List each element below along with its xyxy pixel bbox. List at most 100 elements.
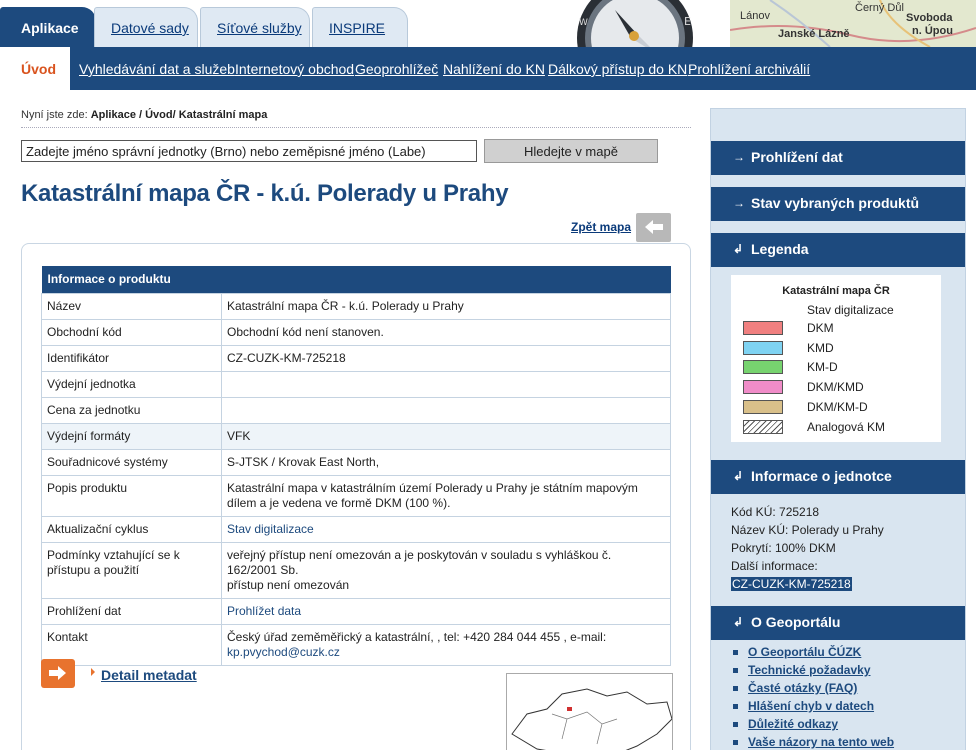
sidebar-about-header[interactable]: ↲ O Geoportálu	[711, 606, 965, 640]
legend-item: Analogová KM	[743, 420, 933, 436]
sidebar-unit-header[interactable]: ↲ Informace o jednotce	[711, 460, 965, 494]
arrow-down-left-icon: ↲	[733, 242, 744, 256]
overview-minimap[interactable]	[506, 673, 673, 750]
row-value-line: veřejný přístup není omezován a je posky…	[227, 547, 612, 577]
breadcrumb-prefix: Nyní jste zde:	[21, 109, 88, 121]
table-row: Aktualizační cyklus Stav digitalizace	[41, 515, 671, 543]
subnav-geoprohlizec[interactable]: Geoprohlížeč	[355, 61, 438, 77]
arrow-left-icon	[645, 220, 663, 234]
detail-button[interactable]	[41, 659, 75, 688]
breadcrumb-path[interactable]: Aplikace / Úvod/ Katastrální mapa	[91, 109, 268, 121]
tab-datove-sady[interactable]: Datové sady	[94, 7, 198, 47]
about-link[interactable]: Časté otázky (FAQ)	[733, 681, 953, 699]
row-value-line: přístup není omezován	[227, 577, 350, 592]
legend-item: DKM/KM-D	[743, 400, 933, 416]
bullet-icon	[733, 704, 738, 709]
table-row: Název Katastrální mapa ČR - k.ú. Polerady…	[41, 292, 671, 320]
sidebar-label: Informace o jednotce	[751, 468, 892, 484]
prohlizet-data-link[interactable]: Prohlížet data	[227, 604, 301, 618]
bullet-icon	[733, 668, 738, 673]
row-key: Souřadnicové systémy	[41, 448, 222, 476]
sidebar-label: O Geoportálu	[751, 614, 841, 630]
unit-coverage: Pokrytí: 100% DKM	[731, 541, 836, 555]
top-bar: Aplikace Datové sady Síťové služby INSPI…	[0, 0, 976, 48]
row-key: Aktualizační cyklus	[41, 515, 222, 543]
legend-swatch	[743, 380, 783, 394]
tab-sitove-sluzby[interactable]: Síťové služby	[200, 7, 310, 47]
row-value: VFK	[221, 422, 671, 450]
map-label: Svoboda	[906, 12, 953, 24]
legend-subtitle: Stav digitalizace	[807, 303, 894, 317]
map-label: Černý Důl	[855, 2, 904, 14]
search-button[interactable]: Hledejte v mapě	[484, 139, 658, 163]
sidebar-browse-data[interactable]: → Prohlížení dat	[711, 141, 965, 175]
product-info-table: Informace o produktu Název Katastrální ma…	[41, 266, 671, 666]
row-value: CZ-CUZK-KM-725218	[221, 344, 671, 372]
row-value	[221, 396, 671, 424]
map-label: n. Úpou	[912, 25, 953, 37]
arrow-down-left-icon: ↲	[733, 469, 744, 483]
arrow-right-icon: →	[733, 150, 745, 164]
table-row: Souřadnicové systémy S-JTSK / Krovak East…	[41, 448, 671, 476]
subnav-home[interactable]: Úvod	[0, 47, 70, 90]
about-link[interactable]: O Geoportálu ČÚZK	[733, 645, 953, 663]
subnav-vyhledavani[interactable]: Vyhledávání dat a služeb	[79, 61, 235, 77]
arrow-right-icon: →	[733, 196, 745, 210]
legend-subtitle-row: Stav digitalizace	[743, 303, 933, 319]
legend-swatch	[743, 341, 783, 355]
back-map-link[interactable]: Zpět mapa	[571, 220, 631, 234]
about-link[interactable]: Technické požadavky	[733, 663, 953, 681]
row-key: Název	[41, 292, 222, 320]
legend-label: KMD	[807, 341, 834, 355]
row-key: Cena za jednotku	[41, 396, 222, 424]
subnav-internetovy-obchod[interactable]: Internetový obchod	[235, 61, 354, 77]
unit-identifier[interactable]: CZ-CUZK-KM-725218	[731, 577, 852, 591]
subnav-nahlizeni[interactable]: Nahlížení do KN	[443, 61, 545, 77]
legend-item: KMD	[743, 341, 933, 357]
table-row: Popis produktu Katastrální mapa v katastr…	[41, 474, 671, 517]
subnav-dalkovy-pristup[interactable]: Dálkový přístup do KN	[548, 61, 687, 77]
map-label: Janské Lázně	[778, 28, 850, 40]
sub-navigation: Úvod Vyhledávání dat a služeb Internetov…	[0, 47, 976, 90]
unit-name: Název KÚ: Polerady u Prahy	[731, 523, 884, 537]
row-value: Český úřad zeměměřický a katastrální, , …	[221, 623, 671, 666]
back-button[interactable]	[636, 213, 671, 242]
sidebar-label: Prohlížení dat	[751, 149, 843, 165]
legend-item: DKM/KMD	[743, 380, 933, 396]
page-title: Katastrální mapa ČR - k.ú. Polerady u Pr…	[21, 180, 509, 207]
arrow-down-left-icon: ↲	[733, 615, 744, 629]
legend-label: DKM/KM-D	[807, 400, 868, 414]
table-row: Prohlížení dat Prohlížet data	[41, 597, 671, 625]
legend-label: DKM	[807, 321, 834, 335]
row-key: Výdejní formáty	[41, 422, 222, 450]
legend-item: KM-D	[743, 360, 933, 376]
sidebar-legend-header[interactable]: ↲ Legenda	[711, 233, 965, 267]
row-value: Katastrální mapa ČR - k.ú. Polerady u Pr…	[221, 292, 671, 320]
legend-swatch	[743, 400, 783, 414]
legend-swatch	[743, 420, 783, 434]
table-header: Informace o produktu	[41, 266, 671, 293]
tab-aplikace[interactable]: Aplikace	[0, 7, 96, 48]
bullet-icon	[733, 722, 738, 727]
legend-label: DKM/KMD	[807, 380, 864, 394]
sidebar-label: Legenda	[751, 241, 809, 257]
table-row: Identifikátor CZ-CUZK-KM-725218	[41, 344, 671, 372]
tab-inspire[interactable]: INSPIRE	[312, 7, 408, 47]
map-strip-image: Černý Důl Lánov Janské Lázně Svoboda n. …	[730, 0, 976, 47]
row-value: veřejný přístup není omezován a je posky…	[221, 541, 671, 599]
table-row: Výdejní formáty VFK	[41, 422, 671, 450]
sidebar-product-state[interactable]: → Stav vybraných produktů	[711, 187, 965, 221]
subnav-prohlizeni-archivalii[interactable]: Prohlížení archiválií	[688, 61, 810, 77]
about-link[interactable]: Důležité odkazy	[733, 717, 953, 735]
email-link[interactable]: kp.pvychod@cuzk.cz	[227, 645, 340, 659]
svg-text:E: E	[684, 15, 691, 28]
row-value: Katastrální mapa v katastrálním území Po…	[221, 474, 671, 517]
row-key: Podmínky vztahující se k přístupu a použ…	[41, 541, 222, 599]
divider	[21, 127, 691, 128]
about-link[interactable]: Hlášení chyb v datech	[733, 699, 953, 717]
legend-swatch	[743, 321, 783, 335]
search-input[interactable]	[21, 140, 477, 162]
stav-digitalizace-link[interactable]: Stav digitalizace	[227, 522, 314, 536]
about-link[interactable]: Vaše názory na tento web	[733, 735, 953, 750]
detail-metadata-link[interactable]: Detail metadat	[101, 667, 197, 683]
